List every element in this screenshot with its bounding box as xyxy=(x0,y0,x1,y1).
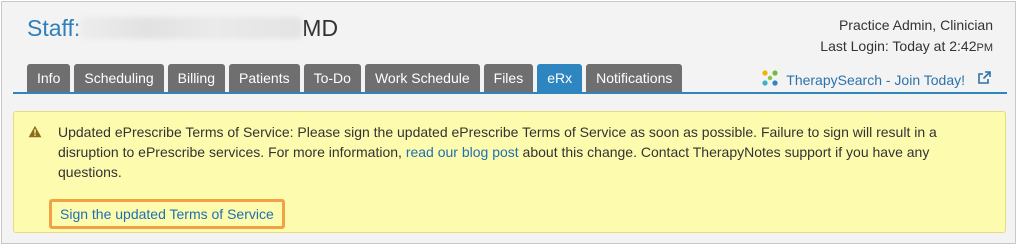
tab-scheduling[interactable]: Scheduling xyxy=(74,64,164,92)
user-meta: Practice Admin, Clinician Last Login: To… xyxy=(820,15,993,59)
staff-suffix: MD xyxy=(302,15,339,41)
staff-label: Staff: xyxy=(27,15,81,41)
external-link-icon xyxy=(977,71,991,88)
tab-erx[interactable]: eRx xyxy=(537,64,583,92)
tab-work-schedule[interactable]: Work Schedule xyxy=(364,64,480,92)
therapysearch-logo-icon xyxy=(760,68,780,91)
last-login: Last Login: Today at 2:42PM xyxy=(820,38,993,54)
tab-files[interactable]: Files xyxy=(483,64,534,92)
tab-info[interactable]: Info xyxy=(27,64,71,92)
blog-post-link[interactable]: read our blog post xyxy=(406,144,519,160)
sign-terms-link[interactable]: Sign the updated Terms of Service xyxy=(49,199,285,229)
warning-icon xyxy=(28,125,42,143)
tab-to-do[interactable]: To-Do xyxy=(303,64,361,92)
user-role: Practice Admin, Clinician xyxy=(838,17,993,33)
erx-terms-alert: Updated ePrescribe Terms of Service: Ple… xyxy=(13,111,1006,233)
redacted-name xyxy=(80,17,303,39)
tab-patients[interactable]: Patients xyxy=(229,64,300,92)
tab-billing[interactable]: Billing xyxy=(167,64,225,92)
page-title: Staff: MD xyxy=(27,15,338,42)
tab-notifications[interactable]: Notifications xyxy=(586,64,683,92)
tab-bar: Info Scheduling Billing Patients To-Do W… xyxy=(27,64,683,92)
alert-message: Updated ePrescribe Terms of Service: Ple… xyxy=(58,124,937,180)
tab-underline xyxy=(13,92,1007,94)
therapysearch-link[interactable]: TherapySearch - Join Today! xyxy=(760,68,991,91)
therapysearch-label: TherapySearch - Join Today! xyxy=(786,71,965,88)
